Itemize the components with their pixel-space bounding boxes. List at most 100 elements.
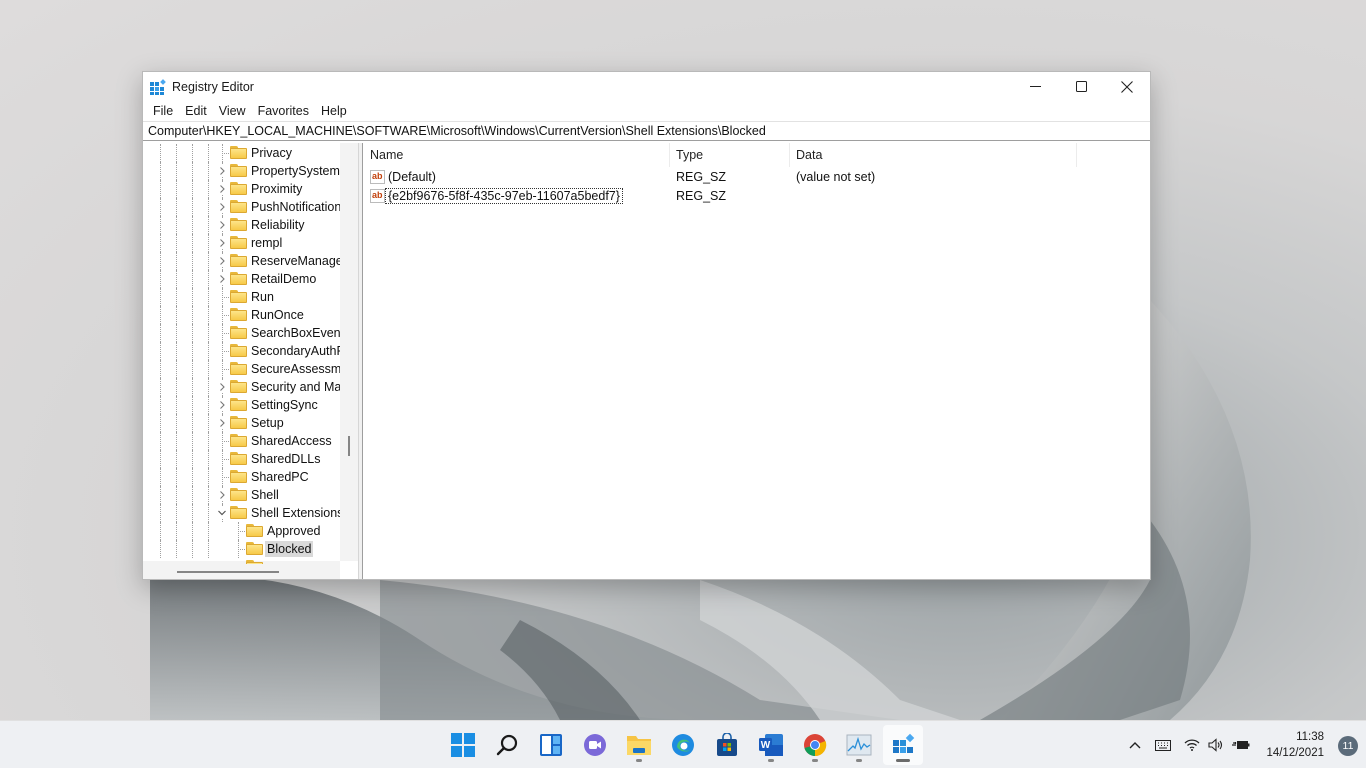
- touch-keyboard-button[interactable]: [1146, 739, 1180, 751]
- address-path[interactable]: Computer\HKEY_LOCAL_MACHINE\SOFTWARE\Mic…: [148, 124, 766, 138]
- show-hidden-icons-button[interactable]: [1124, 741, 1146, 749]
- taskbar-performance-monitor[interactable]: [839, 725, 879, 765]
- folder-icon: [246, 524, 263, 537]
- tree-node-label: Setup: [251, 416, 284, 430]
- maximize-button[interactable]: [1058, 72, 1104, 101]
- tree-guide-line: [176, 144, 177, 162]
- menu-file[interactable]: File: [148, 104, 178, 118]
- tree-node[interactable]: Proximity: [143, 180, 341, 198]
- taskbar-store[interactable]: [707, 725, 747, 765]
- chevron-right-icon[interactable]: [217, 183, 227, 195]
- folder-icon: [230, 290, 247, 303]
- tree-guide-line: [176, 468, 177, 486]
- tree-node[interactable]: Run: [143, 288, 341, 306]
- tree-node[interactable]: SecondaryAuthFactor: [143, 342, 358, 360]
- chevron-right-icon[interactable]: [217, 381, 227, 393]
- tree-node[interactable]: SharedAccess: [143, 432, 341, 450]
- tree-node[interactable]: Security and Maintenance: [143, 378, 358, 396]
- tree-node[interactable]: SettingSync: [143, 396, 341, 414]
- taskbar-teams-chat[interactable]: [575, 725, 615, 765]
- network-button[interactable]: [1180, 739, 1204, 751]
- tree-guide-line: [160, 540, 161, 558]
- folder-icon: [230, 308, 247, 321]
- volume-button[interactable]: [1204, 738, 1228, 752]
- tree-node[interactable]: Reliability: [143, 216, 341, 234]
- tree-node[interactable]: rempl: [143, 234, 341, 252]
- folder-icon: [230, 182, 247, 195]
- running-indicator: [768, 759, 774, 762]
- clock[interactable]: 11:38 14/12/2021: [1266, 729, 1324, 761]
- chevron-right-icon[interactable]: [217, 399, 227, 411]
- column-header-name[interactable]: Name: [364, 143, 670, 167]
- chevron-right-icon[interactable]: [217, 201, 227, 213]
- tree-guide-line: [192, 216, 193, 234]
- menu-edit[interactable]: Edit: [180, 104, 212, 118]
- chevron-right-icon[interactable]: [217, 489, 227, 501]
- tree-guide-line: [160, 522, 161, 540]
- minimize-button[interactable]: [1012, 72, 1058, 101]
- taskbar-chrome[interactable]: [795, 725, 835, 765]
- close-button[interactable]: [1104, 72, 1150, 101]
- folder-icon: [246, 542, 263, 555]
- chevron-right-icon[interactable]: [217, 165, 227, 177]
- tree-node[interactable]: Privacy: [143, 144, 341, 162]
- running-indicator: [856, 759, 862, 762]
- tree-node[interactable]: PropertySystem: [143, 162, 341, 180]
- chevron-right-icon[interactable]: [217, 255, 227, 267]
- scrollbar-thumb[interactable]: [177, 571, 279, 573]
- tree-guide-line: [160, 252, 161, 270]
- scrollbar-thumb[interactable]: [348, 436, 350, 456]
- chevron-right-icon[interactable]: [217, 219, 227, 231]
- tree-vertical-scrollbar[interactable]: [340, 143, 358, 561]
- value-row[interactable]: ab {e2bf9676-5f8f-435c-97eb-11607a5bedf7…: [364, 187, 1150, 206]
- tree-node[interactable]: SharedPC: [143, 468, 341, 486]
- tree-node[interactable]: Blocked: [143, 540, 341, 558]
- chevron-right-icon[interactable]: [217, 273, 227, 285]
- tree-guide-line: [208, 378, 209, 396]
- tree-node[interactable]: Shell: [143, 486, 341, 504]
- key-tree-pane: Blocked Approved Shell Extensions Shell Shar…: [143, 143, 359, 579]
- tree-guide-line: [160, 234, 161, 252]
- taskbar-start[interactable]: [443, 725, 483, 765]
- tree-guide-line: [176, 522, 177, 540]
- notification-center-badge[interactable]: 11: [1338, 736, 1358, 756]
- column-header-type[interactable]: Type: [670, 143, 790, 167]
- tree-node[interactable]: SecureAssessment: [143, 360, 358, 378]
- address-bar[interactable]: Computer\HKEY_LOCAL_MACHINE\SOFTWARE\Mic…: [143, 121, 1150, 141]
- tree-horizontal-scrollbar[interactable]: [143, 561, 340, 579]
- chevron-down-icon[interactable]: [217, 507, 227, 519]
- menu-view[interactable]: View: [214, 104, 251, 118]
- menu-bar: File Edit View Favorites Help: [143, 101, 1150, 121]
- tree-node[interactable]: RunOnce: [143, 306, 341, 324]
- chevron-right-icon[interactable]: [217, 237, 227, 249]
- tree-node-label: Run: [251, 290, 274, 304]
- tree-node[interactable]: SharedDLLs: [143, 450, 341, 468]
- title-bar[interactable]: Registry Editor: [143, 72, 1150, 101]
- chevron-right-icon[interactable]: [217, 417, 227, 429]
- tree-guide-line: [192, 504, 193, 522]
- taskbar-registry-editor[interactable]: [883, 725, 923, 765]
- tree-node[interactable]: ReserveManager: [143, 252, 347, 270]
- folder-icon: [230, 254, 247, 267]
- tree-node[interactable]: Shell Extensions: [143, 504, 343, 522]
- taskbar-word[interactable]: W: [751, 725, 791, 765]
- value-row[interactable]: ab (Default) REG_SZ (value not set): [364, 168, 1150, 187]
- taskbar-widgets[interactable]: [531, 725, 571, 765]
- tree-node[interactable]: RetailDemo: [143, 270, 341, 288]
- tree-guide-line: [208, 360, 209, 378]
- pane-splitter[interactable]: [359, 143, 363, 579]
- menu-help[interactable]: Help: [316, 104, 352, 118]
- taskbar-search[interactable]: [487, 725, 527, 765]
- tree-node-label: Shell Extensions: [251, 506, 344, 520]
- value-type: REG_SZ: [676, 170, 727, 184]
- tree-node[interactable]: Setup: [143, 414, 341, 432]
- regedit-icon: [893, 733, 915, 753]
- menu-favorites[interactable]: Favorites: [253, 104, 314, 118]
- taskbar-edge[interactable]: [663, 725, 703, 765]
- tree-node[interactable]: SearchBoxEventArgsProvider: [143, 324, 358, 342]
- tree-node[interactable]: Approved: [143, 522, 341, 540]
- tree-node[interactable]: PushNotifications: [143, 198, 348, 216]
- battery-button[interactable]: [1228, 739, 1254, 751]
- taskbar-file-explorer[interactable]: [619, 725, 659, 765]
- column-header-data[interactable]: Data: [790, 143, 1077, 167]
